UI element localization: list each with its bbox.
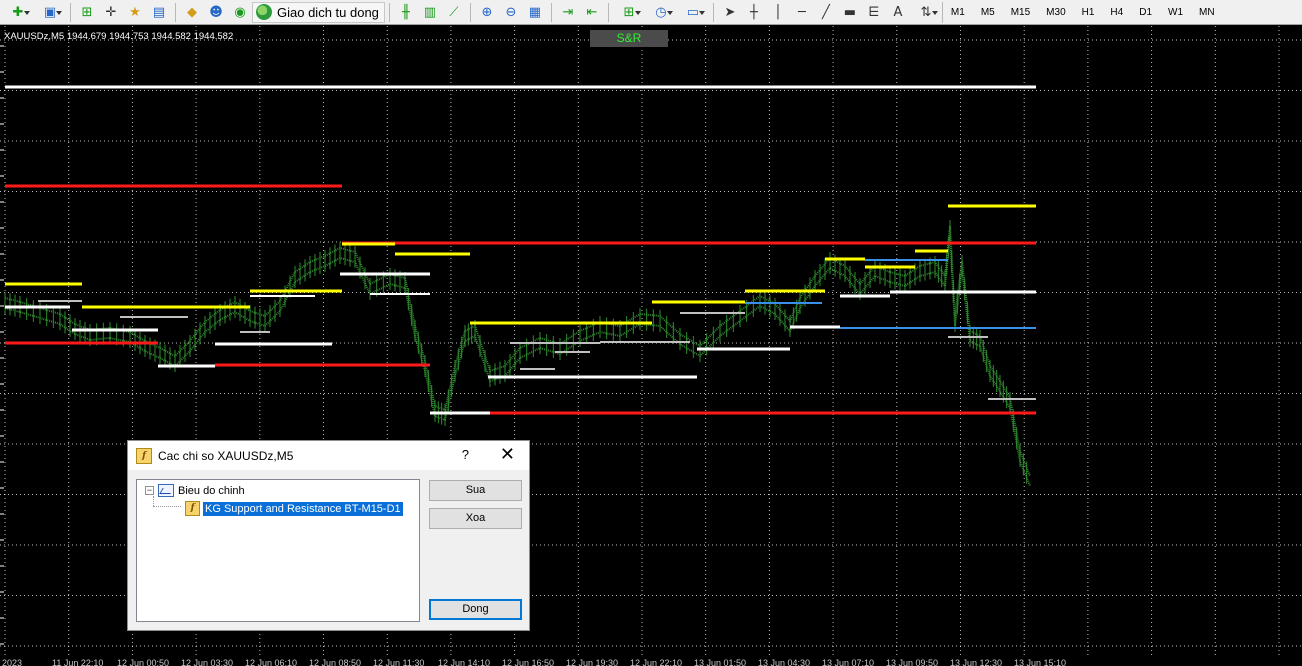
candlestick-icon[interactable]: ▥ bbox=[419, 2, 441, 23]
timeframe-d1[interactable]: D1 bbox=[1131, 2, 1160, 23]
profiles-icon[interactable]: ▣ bbox=[35, 2, 65, 23]
line-chart-icon[interactable]: ⟋ bbox=[443, 2, 465, 23]
toolbar-separator bbox=[175, 2, 176, 22]
tile-windows-icon[interactable]: ▦ bbox=[524, 2, 546, 23]
templates-icon[interactable]: ▭ bbox=[678, 2, 708, 23]
time-axis-label: 12 Jun 08:50 bbox=[309, 658, 362, 666]
bar-chart-icon[interactable]: ╫ bbox=[395, 2, 417, 23]
chart-shift-icon[interactable]: ⇤ bbox=[581, 2, 603, 23]
time-axis-label: 11 Jun 22:10 bbox=[52, 658, 104, 666]
dialog-title: Cac chi so XAUUSDz,M5 bbox=[158, 448, 294, 463]
time-axis-label: 12 Jun 03:30 bbox=[181, 658, 234, 666]
timeframe-m15[interactable]: M15 bbox=[1003, 2, 1038, 23]
data-window-icon[interactable]: ✛ bbox=[100, 2, 122, 23]
new-chart-icon[interactable]: ✚ bbox=[3, 2, 33, 23]
tree-item-main-chart[interactable]: − Bieu do chinh bbox=[145, 484, 245, 497]
dialog-titlebar: f Cac chi so XAUUSDz,M5 ? ✕ bbox=[128, 441, 529, 470]
time-axis-label: 12 Jun 22:10 bbox=[630, 658, 683, 666]
toolbar-separator bbox=[712, 2, 714, 22]
sr-indicator-label[interactable]: S&R bbox=[590, 30, 668, 47]
time-axis-label: 13 Jun 12:30 bbox=[950, 658, 1003, 666]
auto-scroll-icon[interactable]: ⇥ bbox=[557, 2, 579, 23]
arrows-icon[interactable]: ⇅ bbox=[911, 2, 941, 23]
chart-window-icon bbox=[158, 484, 174, 497]
help-button[interactable]: ? bbox=[462, 447, 469, 462]
crosshair-icon[interactable]: ┼ bbox=[743, 2, 765, 23]
indicator-tree[interactable]: − Bieu do chinh f KG Support and Resista… bbox=[136, 479, 420, 622]
text-label-icon[interactable]: A bbox=[887, 2, 909, 23]
timeframe-m30[interactable]: M30 bbox=[1038, 2, 1073, 23]
periods-icon[interactable]: ◷ bbox=[646, 2, 676, 23]
terminal-icon[interactable]: ▤ bbox=[148, 2, 170, 23]
horizontal-line-icon[interactable]: ─ bbox=[791, 2, 813, 23]
chart-symbol-title: XAUUSDz,M5 1944.679 1944.753 1944.582 19… bbox=[4, 31, 234, 42]
timeframe-m5[interactable]: M5 bbox=[973, 2, 1003, 23]
market-watch-icon[interactable]: ⊞ bbox=[76, 2, 98, 23]
time-axis-label: 13 Jun 01:50 bbox=[694, 658, 747, 666]
collapse-icon[interactable]: − bbox=[145, 486, 154, 495]
edit-button[interactable]: Sua bbox=[429, 480, 522, 501]
time-axis-label: 13 Jun 15:10 bbox=[1014, 658, 1067, 666]
time-axis-label: 12 Jun 06:10 bbox=[245, 658, 298, 666]
time-axis-label: 13 Jun 07:10 bbox=[822, 658, 875, 666]
indicators-icon[interactable]: ⊞ bbox=[614, 2, 644, 23]
indicators-dialog: f Cac chi so XAUUSDz,M5 ? ✕ − Bieu do ch… bbox=[127, 440, 530, 631]
metaeditor-icon[interactable]: ☻ bbox=[205, 2, 227, 23]
navigator-icon[interactable]: ★ bbox=[124, 2, 146, 23]
tree-item-indicator[interactable]: f KG Support and Resistance BT-M15-D1 bbox=[185, 501, 403, 516]
close-icon[interactable]: ✕ bbox=[500, 444, 515, 465]
trendline-icon[interactable]: ╱ bbox=[815, 2, 837, 23]
custom-indicator-icon: f bbox=[185, 501, 200, 516]
vertical-line-icon[interactable]: │ bbox=[767, 2, 789, 23]
time-axis-label: 12 Jun 19:30 bbox=[566, 658, 619, 666]
tree-item-label: KG Support and Resistance BT-M15-D1 bbox=[203, 501, 403, 516]
timeframe-mn[interactable]: MN bbox=[1191, 2, 1223, 23]
autotrading-button[interactable]: Giao dich tu dong bbox=[252, 1, 385, 23]
zoom-out-icon[interactable]: ⊖ bbox=[500, 2, 522, 23]
strategy-tester-icon[interactable]: ◆ bbox=[181, 2, 203, 23]
timeframe-w1[interactable]: W1 bbox=[1160, 2, 1191, 23]
price-series-high bbox=[4, 225, 1031, 477]
tree-connector bbox=[153, 506, 181, 507]
autotrading-label: Giao dich tu dong bbox=[277, 4, 379, 20]
tree-connector bbox=[153, 496, 154, 506]
time-axis-label: 12 Jun 00:50 bbox=[117, 658, 170, 666]
autotrading-icon bbox=[256, 4, 272, 20]
toolbar-separator bbox=[550, 2, 552, 22]
time-axis-label: 12 Jun 16:50 bbox=[502, 658, 555, 666]
main-toolbar: ✚ ▣ ⊞ ✛ ★ ▤ ◆ ☻ ◉ Giao dich tu dong ╫ ▥ … bbox=[0, 0, 1302, 25]
rectangle-icon[interactable]: ▬ bbox=[839, 2, 861, 23]
time-axis-label: 12 Jun 14:10 bbox=[438, 658, 491, 666]
fibonacci-icon[interactable]: ⋿ bbox=[863, 2, 885, 23]
cursor-icon[interactable]: ➤ bbox=[719, 2, 741, 23]
time-axis-label: 12 Jun 11:30 bbox=[373, 658, 425, 666]
time-axis-label: 13 Jun 04:30 bbox=[758, 658, 811, 666]
timeframe-m1[interactable]: M1 bbox=[941, 1, 973, 23]
time-axis-label: 2023 bbox=[2, 658, 23, 666]
close-button[interactable]: Dong bbox=[429, 599, 522, 620]
toolbar-separator bbox=[70, 2, 71, 22]
zoom-in-icon[interactable]: ⊕ bbox=[476, 2, 498, 23]
time-axis-label: 13 Jun 09:50 bbox=[886, 658, 939, 666]
timeframe-h4[interactable]: H4 bbox=[1102, 2, 1131, 23]
delete-button[interactable]: Xoa bbox=[429, 508, 522, 529]
signals-icon[interactable]: ◉ bbox=[229, 2, 251, 23]
tree-item-label: Bieu do chinh bbox=[178, 484, 245, 497]
toolbar-separator bbox=[469, 2, 471, 22]
toolbar-separator bbox=[607, 2, 609, 22]
indicator-list-icon: f bbox=[136, 447, 152, 464]
timeframe-h1[interactable]: H1 bbox=[1074, 2, 1103, 23]
toolbar-separator bbox=[388, 2, 390, 22]
time-axis: 2023 11 Jun 22:10 12 Jun 00:50 12 Jun 03:30… bbox=[0, 658, 1302, 666]
